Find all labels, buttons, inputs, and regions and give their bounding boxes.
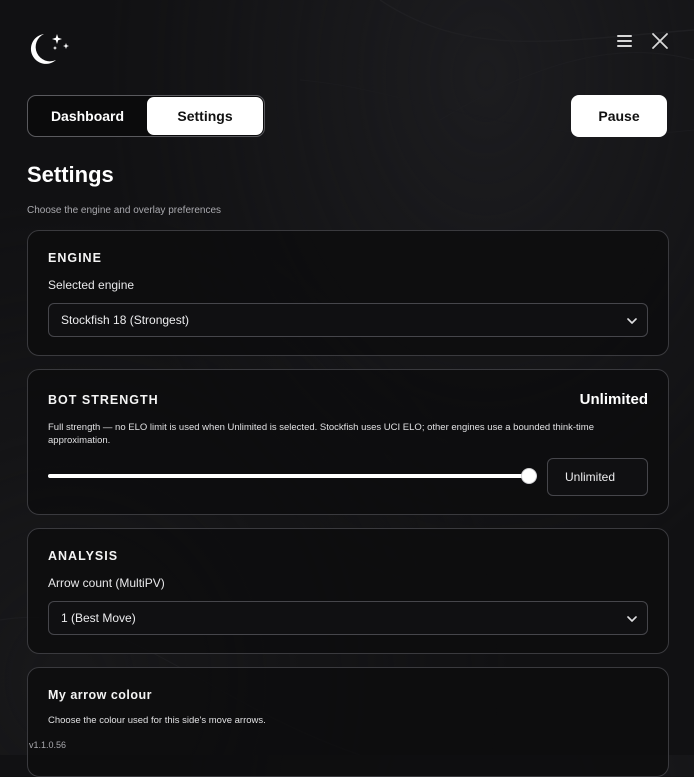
tab-dashboard[interactable]: Dashboard — [29, 97, 146, 135]
slider-thumb[interactable] — [521, 468, 537, 484]
chevron-down-icon — [627, 616, 637, 622]
tab-bar: Dashboard Settings — [27, 95, 265, 137]
chevron-down-icon — [627, 318, 637, 324]
strength-value: Unlimited — [579, 391, 648, 408]
strength-slider[interactable] — [48, 468, 537, 484]
bot-strength-title: BOT STRENGTH — [48, 393, 159, 407]
moon-stars-icon — [30, 34, 69, 64]
slider-track — [48, 474, 537, 478]
arrow-colour-card: My arrow colour Choose the colour used f… — [27, 667, 669, 777]
analysis-card-title: ANALYSIS — [48, 549, 119, 563]
strength-description: Full strength — no ELO limit is used whe… — [48, 422, 594, 446]
engine-select[interactable]: Stockfish 18 (Strongest) — [48, 303, 648, 337]
tab-settings[interactable]: Settings — [147, 97, 263, 135]
analysis-card: ANALYSIS Arrow count (MultiPV) 1 (Best M… — [27, 528, 669, 654]
engine-select-label: Selected engine — [48, 278, 135, 292]
arrow-count-select[interactable]: 1 (Best Move) — [48, 601, 648, 635]
engine-select-value: Stockfish 18 (Strongest) — [61, 313, 190, 327]
arrow-count-label: Arrow count (MultiPV) — [48, 576, 165, 590]
version-label: v1.1.0.56 — [29, 740, 67, 750]
arrow-colour-description: Choose the colour used for this side's m… — [48, 715, 266, 726]
elo-input[interactable]: Unlimited — [547, 458, 648, 496]
engine-card: ENGINE Selected engine Stockfish 18 (Str… — [27, 230, 669, 356]
hamburger-icon[interactable] — [614, 32, 636, 50]
page-title: Settings — [27, 162, 114, 187]
page-subtitle: Choose the engine and overlay preference… — [27, 205, 222, 216]
close-icon[interactable] — [648, 29, 672, 53]
pause-button[interactable]: Pause — [571, 95, 667, 137]
arrow-colour-title: My arrow colour — [48, 688, 153, 702]
arrow-count-value: 1 (Best Move) — [61, 611, 136, 625]
engine-card-title: ENGINE — [48, 251, 102, 265]
bot-strength-card: BOT STRENGTH Unlimited Full strength — n… — [27, 369, 669, 515]
